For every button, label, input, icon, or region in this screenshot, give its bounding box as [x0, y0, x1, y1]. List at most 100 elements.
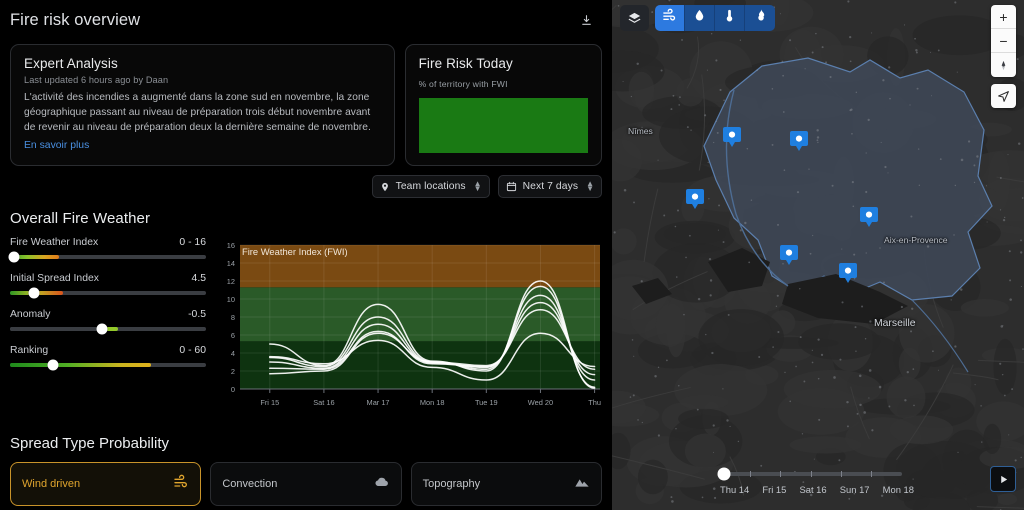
team-locations-label: Team locations	[395, 181, 466, 192]
chart-y-tick: 12	[227, 277, 235, 286]
map-mode-fire-button[interactable]	[745, 5, 775, 31]
chart-y-tick: 0	[231, 385, 235, 394]
slider-value: 4.5	[191, 273, 206, 284]
timeline-track[interactable]	[717, 467, 902, 481]
slider-track[interactable]	[10, 359, 206, 371]
wind-icon	[662, 8, 677, 28]
expert-analysis-body: L'activité des incendies a augmenté dans…	[24, 92, 371, 133]
spread-type-card-convection[interactable]: Convection	[210, 462, 402, 506]
fire-risk-chart	[418, 98, 588, 153]
slider-thumb[interactable]	[8, 251, 20, 263]
slider-track[interactable]	[10, 323, 206, 335]
learn-more-link[interactable]: En savoir plus	[24, 140, 89, 151]
map-pin-icon	[839, 263, 857, 283]
team-locations-stepper[interactable]: ▲ ▼	[473, 180, 482, 193]
timeline-label: Mon 18	[882, 484, 914, 495]
slider-label: Anomaly	[10, 309, 51, 320]
date-range-select[interactable]: Next 7 days ▲ ▼	[497, 175, 602, 198]
slider-label: Initial Spread Index	[10, 273, 99, 284]
play-button[interactable]	[990, 466, 1016, 492]
download-icon	[581, 14, 591, 25]
map-mode-wind-button[interactable]	[655, 5, 685, 31]
chart-x-tick: Thu	[588, 398, 601, 407]
map-layer-toolbar	[620, 5, 775, 31]
summary-cards: Expert Analysis Last updated 6 hours ago…	[0, 40, 612, 166]
navigate-icon	[998, 90, 1009, 102]
layers-button[interactable]	[620, 5, 649, 31]
stepper-down-icon: ▼	[473, 183, 482, 193]
map-pin-marker[interactable]	[790, 130, 808, 154]
timeline-thumb[interactable]	[717, 467, 731, 481]
slider-track[interactable]	[8, 251, 206, 263]
map-canvas[interactable]	[612, 0, 1024, 510]
overall-fire-weather-section: Fire Weather Index 0 - 16 Initial Spread I…	[0, 227, 612, 419]
chart-x-tick: Wed 20	[528, 398, 553, 407]
slider-row: Anomaly -0.5	[10, 309, 206, 335]
filter-controls: Team locations ▲ ▼ Next 7 days ▲ ▼	[0, 166, 612, 198]
map-zoom-controls: + −	[991, 5, 1016, 77]
spread-type-card-wind-driven[interactable]: Wind driven	[10, 462, 202, 506]
cloud-icon	[374, 474, 390, 495]
map-panel[interactable]: + − Thu 14 Fri 15 Sat 16 Sun 17 Mon 18 N…	[612, 0, 1024, 510]
timeline-slider[interactable]	[717, 467, 902, 481]
timeline-tick	[780, 471, 782, 477]
spread-type-label: Wind driven	[22, 478, 81, 490]
left-panel: Fire risk overview Expert Analysis Last …	[0, 0, 612, 510]
map-pin-marker[interactable]	[839, 262, 857, 286]
slider-value: 0 - 16	[179, 237, 206, 248]
chart-x-tick: Mar 17	[367, 398, 390, 407]
timeline-label: Sat 16	[799, 484, 827, 495]
fire-risk-subtitle: % of territory with FWI	[418, 79, 508, 89]
timeline-tick	[871, 471, 873, 477]
slider-header: Initial Spread Index 4.5	[10, 273, 206, 284]
compass-button[interactable]	[991, 53, 1016, 77]
map-pin-marker[interactable]	[780, 244, 798, 268]
map-label: Marseille	[874, 318, 916, 329]
slider-value: 0 - 60	[179, 345, 206, 356]
fire-risk-bar	[418, 98, 588, 153]
zoom-in-button[interactable]: +	[991, 5, 1016, 29]
timeline-tick	[840, 471, 842, 477]
map-mode-temperature-button[interactable]	[715, 5, 745, 31]
slider-header: Anomaly -0.5	[10, 309, 206, 320]
slider-thumb[interactable]	[96, 323, 108, 335]
fire-risk-today-card: Fire Risk Today % of territory with FWI	[404, 44, 602, 166]
chart-x-tick: Mon 18	[420, 398, 445, 407]
chart-y-tick: 6	[231, 331, 235, 340]
slider-label: Ranking	[10, 345, 49, 356]
map-label: Aix-en-Provence	[884, 235, 948, 245]
map-pin-icon	[723, 127, 741, 147]
slider-track[interactable]	[10, 287, 206, 299]
chart-y-tick: 10	[227, 295, 235, 304]
slider-thumb[interactable]	[47, 359, 59, 371]
map-pin-icon	[780, 245, 798, 265]
spread-type-card-topography[interactable]: Topography	[410, 462, 602, 506]
chart-x-tick: Fri 15	[260, 398, 279, 407]
locate-button[interactable]	[991, 84, 1016, 108]
fire-risk-heading: Fire Risk Today	[418, 56, 513, 71]
chart-y-tick: 16	[227, 241, 235, 250]
map-pin-marker[interactable]	[860, 206, 878, 230]
team-locations-select[interactable]: Team locations ▲ ▼	[371, 175, 490, 198]
fwi-chart-title: Fire Weather Index (FWI)	[242, 246, 348, 257]
slider-thumb[interactable]	[28, 287, 40, 299]
date-range-stepper[interactable]: ▲ ▼	[586, 180, 594, 192]
map-label: Nîmes	[628, 126, 653, 136]
map-pin-marker[interactable]	[686, 188, 704, 212]
map-mode-humidity-button[interactable]	[685, 5, 715, 31]
map-pin-marker[interactable]	[723, 126, 741, 150]
chart-y-tick: 4	[231, 349, 235, 358]
spread-type-label: Topography	[422, 478, 481, 490]
spread-type-title: Spread Type Probability	[10, 435, 169, 452]
chart-x-tick: Tue 19	[475, 398, 498, 407]
calendar-icon	[506, 181, 516, 192]
chart-y-tick: 8	[231, 313, 235, 322]
timeline-label: Sun 17	[839, 484, 870, 495]
date-range-label: Next 7 days	[522, 181, 579, 192]
download-button[interactable]	[574, 8, 598, 32]
app-root: Fire risk overview Expert Analysis Last …	[0, 0, 1024, 510]
panel-header: Fire risk overview	[0, 0, 612, 40]
zoom-out-button[interactable]: −	[991, 29, 1016, 53]
map-pin-icon	[381, 182, 388, 191]
timeline-tick	[750, 471, 752, 477]
